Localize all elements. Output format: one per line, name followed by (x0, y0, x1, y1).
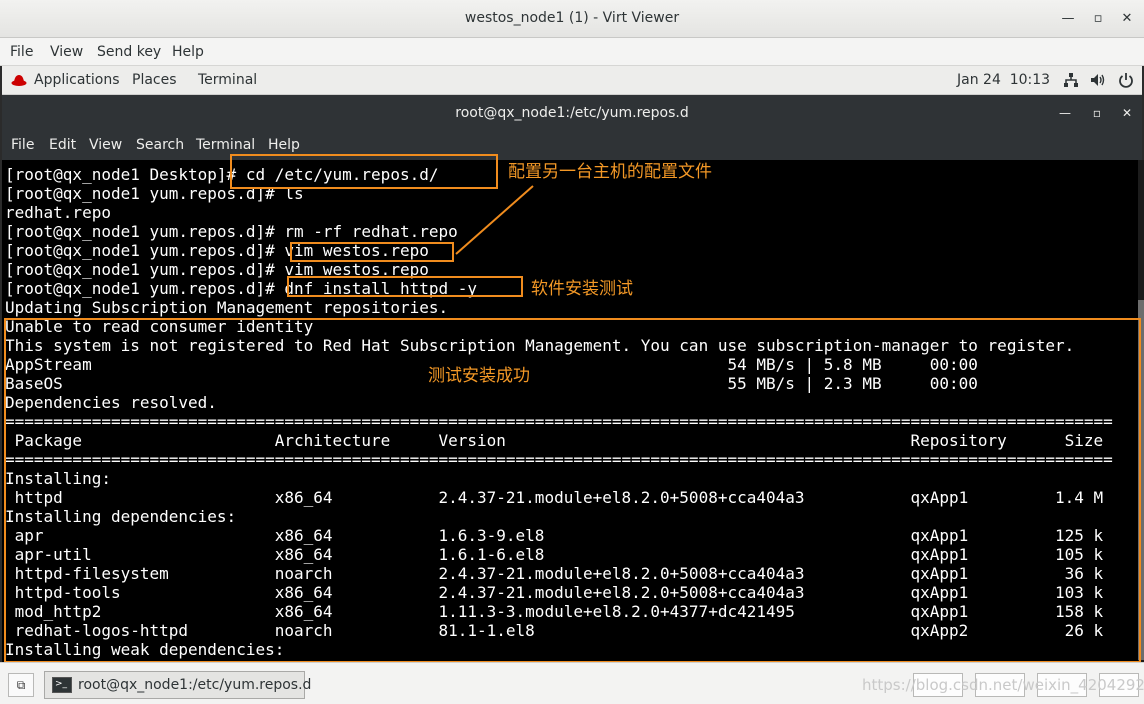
window-titlebar: westos_node1 (1) - Virt Viewer — ▫ ✕ (0, 0, 1144, 38)
menu-file[interactable]: File (10, 44, 33, 60)
terminal-menu-view[interactable]: View (89, 137, 122, 153)
terminal-line: apr-util x86_64 1.6.1-6.el8 qxApp1 105 k (5, 545, 1104, 564)
terminal-menu-help[interactable]: Help (268, 137, 300, 153)
terminal-menubar: File Edit View Search Terminal Help (2, 132, 1142, 160)
network-icon[interactable] (1063, 72, 1079, 88)
close-button[interactable]: ✕ (1116, 8, 1138, 30)
terminal-titlebar: root@qx_node1:/etc/yum.repos.d — ▫ ✕ (2, 95, 1142, 132)
terminal-line: mod_http2 x86_64 1.11.3-3.module+el8.2.0… (5, 602, 1104, 621)
terminal-line: Installing dependencies: (5, 507, 237, 526)
terminal-line: [root@qx_node1 yum.repos.d]# rm -rf redh… (5, 222, 458, 241)
terminal-line: Updating Subscription Management reposit… (5, 298, 449, 317)
terminal-app-menu[interactable]: Terminal (198, 72, 257, 88)
terminal-scrollbar[interactable] (1138, 160, 1144, 662)
redhat-icon (11, 75, 27, 86)
terminal-line: [root@qx_node1 yum.repos.d]# dnf install… (5, 279, 478, 298)
viewer-menubar: File View Send key Help (0, 38, 1144, 66)
terminal-line: Unable to read consumer identity (5, 317, 314, 336)
terminal-line: [root@qx_node1 yum.repos.d]# vim westos.… (5, 260, 429, 279)
terminal-output[interactable]: [root@qx_node1 Desktop]# cd /etc/yum.rep… (2, 160, 1138, 662)
terminal-line: Dependencies resolved. (5, 393, 217, 412)
terminal-menu-file[interactable]: File (11, 137, 34, 153)
volume-icon[interactable] (1090, 72, 1106, 88)
terminal-minimize-button[interactable]: — (1055, 103, 1075, 123)
power-icon[interactable] (1118, 72, 1134, 88)
show-desktop-button[interactable]: ⧉ (8, 673, 34, 697)
terminal-line: Installing weak dependencies: (5, 640, 285, 659)
terminal-icon: >_ (52, 677, 72, 693)
terminal-line: Installing: (5, 469, 111, 488)
terminal-menu-edit[interactable]: Edit (49, 137, 76, 153)
window-title: westos_node1 (1) - Virt Viewer (464, 10, 680, 26)
minimize-button[interactable]: — (1057, 8, 1079, 30)
menu-send-key[interactable]: Send key (97, 44, 161, 60)
taskbar-terminal-button[interactable]: >_ root@qx_node1:/etc/yum.repos.d (44, 671, 311, 699)
clock[interactable]: Jan 24 10:13 (957, 72, 1050, 88)
maximize-button[interactable]: ▫ (1087, 8, 1109, 30)
watermark: https://blog.csdn.net/weixin_42042926 (862, 676, 1144, 694)
menu-help[interactable]: Help (172, 44, 204, 60)
applications-menu[interactable]: Applications (34, 72, 120, 88)
terminal-line: apr x86_64 1.6.3-9.el8 qxApp1 125 k (5, 526, 1104, 545)
annotation-success-text: 测试安装成功 (428, 366, 530, 386)
terminal-line: httpd-filesystem noarch 2.4.37-21.module… (5, 564, 1104, 583)
annotation-config-text: 配置另一台主机的配置文件 (508, 162, 712, 182)
taskbar-terminal-label: root@qx_node1:/etc/yum.repos.d (78, 677, 312, 693)
terminal-line: This system is not registered to Red Hat… (5, 336, 1075, 355)
terminal-menu-terminal[interactable]: Terminal (196, 137, 255, 153)
terminal-line: httpd-tools x86_64 2.4.37-21.module+el8.… (5, 583, 1104, 602)
terminal-line: ========================================… (5, 412, 1113, 431)
menu-view[interactable]: View (50, 44, 83, 60)
terminal-title: root@qx_node1:/etc/yum.repos.d (455, 105, 689, 121)
places-menu[interactable]: Places (132, 72, 177, 88)
scrollbar-thumb[interactable] (1138, 300, 1144, 660)
terminal-close-button[interactable]: ✕ (1117, 103, 1137, 123)
terminal-line: Package Architecture Version Repository … (5, 431, 1104, 450)
terminal-menu-search[interactable]: Search (136, 137, 184, 153)
gnome-top-bar: Applications Places Terminal Jan 24 10:1… (2, 66, 1142, 95)
terminal-line: redhat-logos-httpd noarch 81.1-1.el8 qxA… (5, 621, 1104, 640)
terminal-line: [root@qx_node1 yum.repos.d]# vim westos.… (5, 241, 429, 260)
terminal-maximize-button[interactable]: ▫ (1087, 103, 1107, 123)
terminal-line: [root@qx_node1 Desktop]# cd /etc/yum.rep… (5, 165, 439, 184)
terminal-line: httpd x86_64 2.4.37-21.module+el8.2.0+50… (5, 488, 1104, 507)
terminal-line: redhat.repo (5, 203, 111, 222)
terminal-line: [root@qx_node1 yum.repos.d]# ls (5, 184, 304, 203)
annotation-install-test-text: 软件安装测试 (531, 279, 633, 299)
terminal-line: ========================================… (5, 450, 1113, 469)
